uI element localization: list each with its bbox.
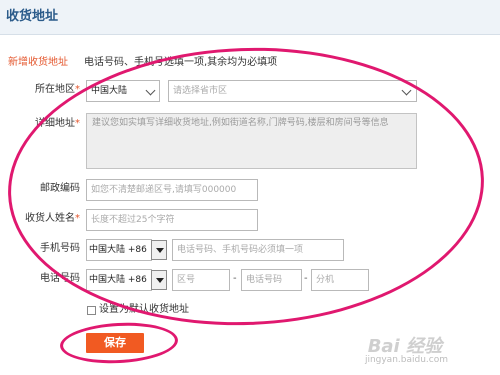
phone-label: 电话号码 <box>40 273 80 284</box>
area-code-input[interactable]: 区号 <box>172 269 230 291</box>
required-mark: * <box>75 118 80 129</box>
area-code-placeholder: 区号 <box>177 275 196 285</box>
detail-address-textarea[interactable]: 建议您如实填写详细收货地址,例如街道名称,门牌号码,楼层和房间号等信息 <box>86 113 417 169</box>
extension-input[interactable]: 分机 <box>311 269 369 291</box>
separator-dash: - <box>304 273 308 284</box>
separator-dash: - <box>233 273 237 284</box>
phone-country-code-value: 中国大陆 +86 <box>89 275 147 285</box>
detail-address-label: 详细地址* <box>35 117 80 131</box>
country-select-value: 中国大陆 <box>91 86 128 96</box>
page-title: 收货地址 <box>6 9 59 24</box>
province-city-select[interactable]: 请选择省市区 <box>168 80 417 102</box>
chevron-down-icon[interactable] <box>151 270 167 290</box>
required-fields-notice: 电话号码、手机号选填一项,其余均为必填项 <box>84 57 278 68</box>
mobile-label: 手机号码 <box>40 243 80 254</box>
mobile-placeholder: 电话号码、手机号码必须填一项 <box>177 245 304 255</box>
new-address-link[interactable]: 新增收货地址 <box>8 53 68 68</box>
header-bar <box>0 0 500 35</box>
region-label: 所在地区* <box>35 83 80 97</box>
detail-address-placeholder: 建议您如实填写详细收货地址,例如街道名称,门牌号码,楼层和房间号等信息 <box>92 118 389 128</box>
postcode-label: 邮政编码 <box>40 183 80 194</box>
watermark-url: jingyan.baidu.com <box>364 355 448 365</box>
province-city-placeholder: 请选择省市区 <box>173 86 228 96</box>
recipient-name-placeholder: 长度不超过25个字符 <box>91 215 175 225</box>
save-button[interactable]: 保存 <box>86 333 144 353</box>
country-select[interactable]: 中国大陆 <box>86 80 160 102</box>
recipient-name-input[interactable]: 长度不超过25个字符 <box>86 209 258 231</box>
phone-number-placeholder: 电话号码 <box>246 275 283 285</box>
postcode-placeholder: 如您不清楚邮递区号,请填写000000 <box>91 185 237 195</box>
extension-placeholder: 分机 <box>316 275 335 285</box>
phone-number-input[interactable]: 电话号码 <box>241 269 302 291</box>
postcode-input[interactable]: 如您不清楚邮递区号,请填写000000 <box>86 179 258 201</box>
mobile-country-code-value: 中国大陆 +86 <box>89 245 147 255</box>
region-label-text: 所在地区 <box>35 84 75 95</box>
default-address-checkbox[interactable] <box>87 306 96 315</box>
chevron-down-icon <box>401 85 412 96</box>
chevron-down-icon[interactable] <box>151 240 167 260</box>
recipient-name-label: 收货人姓名* <box>25 212 80 226</box>
mobile-input[interactable]: 电话号码、手机号码必须填一项 <box>172 239 344 261</box>
default-address-label: 设置为默认收货地址 <box>99 304 189 315</box>
recipient-name-label-text: 收货人姓名 <box>25 213 75 224</box>
required-mark: * <box>75 213 80 224</box>
mobile-country-code-select[interactable]: 中国大陆 +86 <box>86 239 152 261</box>
detail-address-label-text: 详细地址 <box>35 118 75 129</box>
chevron-down-icon <box>145 85 156 96</box>
phone-country-code-select[interactable]: 中国大陆 +86 <box>86 269 152 291</box>
required-mark: * <box>75 84 80 95</box>
